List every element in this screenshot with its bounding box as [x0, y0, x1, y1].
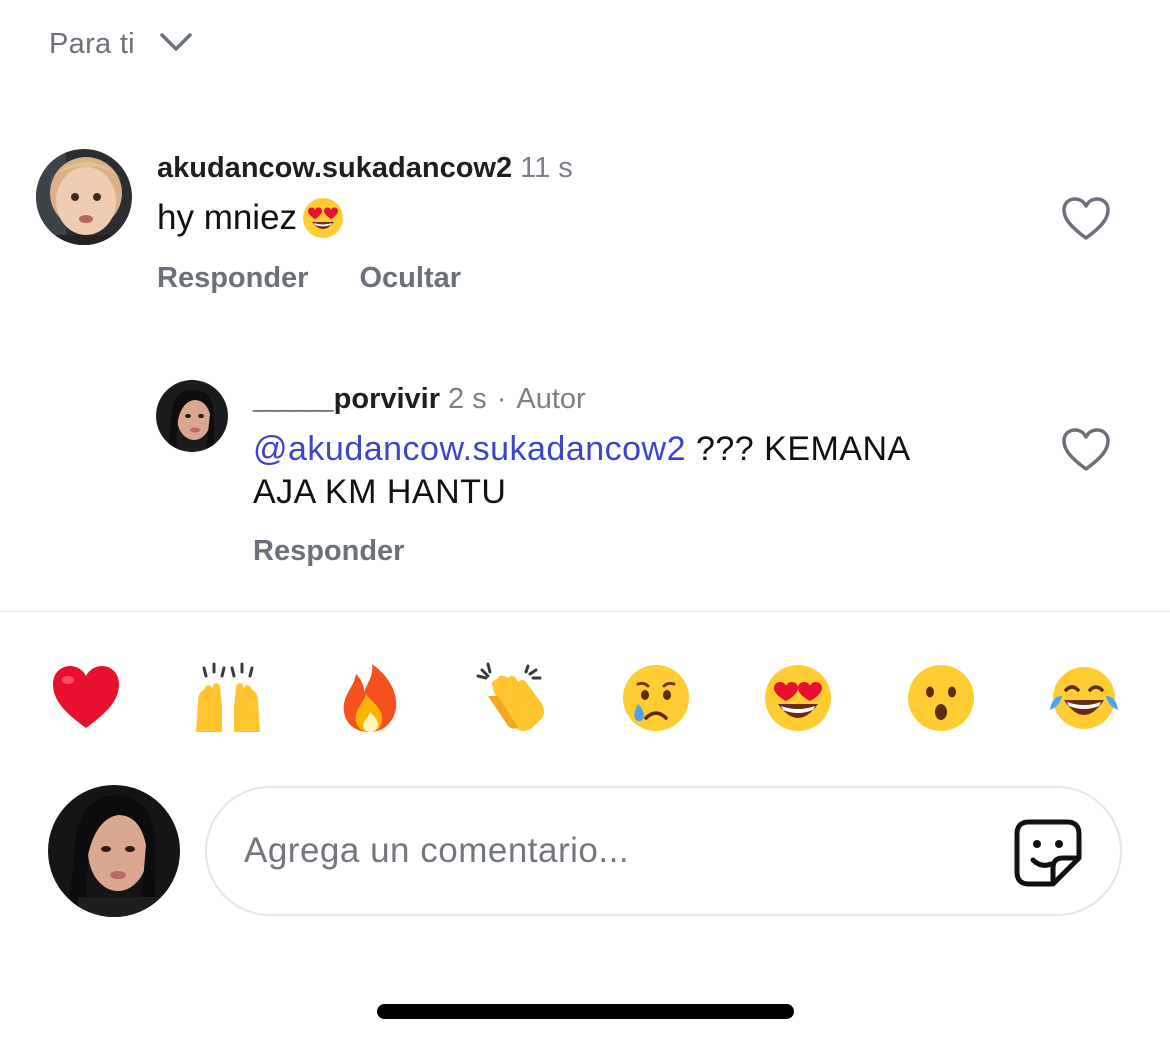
reply-header: _____porvivir 2 s · Autor: [253, 383, 586, 416]
reply-avatar[interactable]: [156, 380, 228, 452]
raising-hands-emoji-icon[interactable]: [192, 662, 264, 734]
comment-text: hy mniez: [157, 196, 345, 240]
comment-input[interactable]: [244, 788, 984, 914]
current-user-avatar[interactable]: [48, 785, 180, 917]
heart-eyes-emoji-icon[interactable]: [762, 662, 834, 734]
emoji-quick-bar: [50, 662, 1122, 736]
comment-header: akudancow.sukadancow2 11 s: [157, 152, 573, 185]
commenter-avatar[interactable]: [36, 149, 132, 245]
reply-button[interactable]: Responder: [157, 262, 308, 295]
divider: [0, 611, 1170, 612]
reply-button[interactable]: Responder: [253, 535, 404, 567]
clapping-hands-emoji-icon[interactable]: [476, 662, 548, 734]
fire-emoji-icon[interactable]: [334, 662, 406, 734]
comment-actions: Responder Ocultar: [157, 262, 461, 295]
mention-link[interactable]: @akudancow.sukadancow2: [253, 430, 686, 468]
separator-dot: ·: [496, 383, 507, 415]
comment-composer: [205, 786, 1122, 916]
sort-selector[interactable]: Para ti: [49, 28, 193, 61]
reply-username[interactable]: _____porvivir: [253, 383, 440, 415]
reply-time: 2 s: [448, 383, 487, 415]
heart-icon[interactable]: [1061, 427, 1111, 473]
heart-eyes-emoji-icon: [301, 196, 345, 240]
hide-button[interactable]: Ocultar: [359, 262, 461, 295]
red-heart-emoji-icon[interactable]: [50, 662, 122, 734]
reply-text: @akudancow.sukadancow2 ??? KEMANA AJA KM…: [253, 428, 973, 514]
sticker-icon[interactable]: [1013, 818, 1083, 888]
tears-of-joy-emoji-icon[interactable]: [1048, 662, 1120, 734]
home-indicator: [377, 1004, 794, 1019]
comment-username[interactable]: akudancow.sukadancow2: [157, 152, 512, 184]
open-mouth-face-emoji-icon[interactable]: [905, 662, 977, 734]
chevron-down-icon: [159, 31, 193, 58]
comment-time: 11 s: [520, 152, 573, 184]
sort-label: Para ti: [49, 28, 135, 60]
reply-actions: Responder: [253, 535, 404, 568]
comment-body: hy mniez: [157, 198, 298, 237]
heart-icon[interactable]: [1061, 196, 1111, 242]
crying-face-emoji-icon[interactable]: [620, 662, 692, 734]
author-badge: Autor: [516, 383, 586, 415]
